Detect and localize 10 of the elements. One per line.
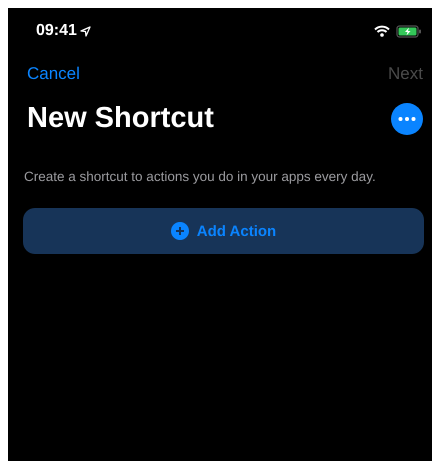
- description-text: Create a shortcut to actions you do in your apps every day.: [24, 169, 377, 184]
- wifi-icon: [374, 25, 390, 37]
- cancel-button[interactable]: Cancel: [27, 64, 80, 84]
- add-action-button[interactable]: Add Action: [23, 208, 424, 254]
- status-time: 09:41: [36, 22, 77, 40]
- battery-charging-icon: [396, 24, 422, 38]
- plus-circle-icon: [170, 222, 189, 240]
- more-options-icon[interactable]: [391, 102, 423, 134]
- location-arrow-icon: [80, 26, 91, 36]
- page-title: New Shortcut: [27, 102, 214, 135]
